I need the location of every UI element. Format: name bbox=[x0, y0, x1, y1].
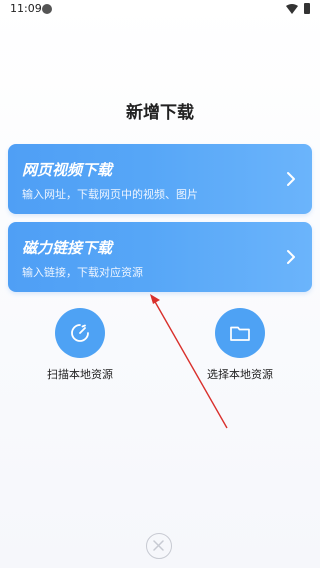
notification-dot-icon bbox=[42, 4, 52, 14]
card-title: 磁力链接下载 bbox=[22, 239, 113, 257]
card-subtitle: 输入网址，下载网页中的视频、图片 bbox=[22, 188, 198, 201]
close-button[interactable] bbox=[146, 533, 172, 559]
folder-icon bbox=[230, 326, 250, 341]
select-local-button[interactable] bbox=[215, 308, 265, 358]
scan-local-button[interactable] bbox=[55, 308, 105, 358]
wifi-icon bbox=[286, 4, 298, 14]
web-video-download-card[interactable]: 网页视频下载 输入网址，下载网页中的视频、图片 bbox=[8, 144, 312, 214]
status-bar: 11:09 bbox=[0, 0, 320, 18]
card-subtitle: 输入链接，下载对应资源 bbox=[22, 266, 143, 279]
close-icon bbox=[153, 540, 164, 551]
battery-icon bbox=[304, 3, 310, 14]
magnet-link-download-card[interactable]: 磁力链接下载 输入链接，下载对应资源 bbox=[8, 222, 312, 292]
select-local-label[interactable]: 选择本地资源 bbox=[190, 366, 290, 382]
scan-icon bbox=[71, 324, 89, 342]
page-title: 新增下载 bbox=[126, 103, 194, 123]
chevron-right-icon bbox=[287, 250, 295, 264]
card-title: 网页视频下载 bbox=[22, 161, 113, 179]
chevron-right-icon bbox=[287, 172, 295, 186]
status-time: 11:09 bbox=[10, 2, 42, 15]
scan-local-label[interactable]: 扫描本地资源 bbox=[30, 366, 130, 382]
